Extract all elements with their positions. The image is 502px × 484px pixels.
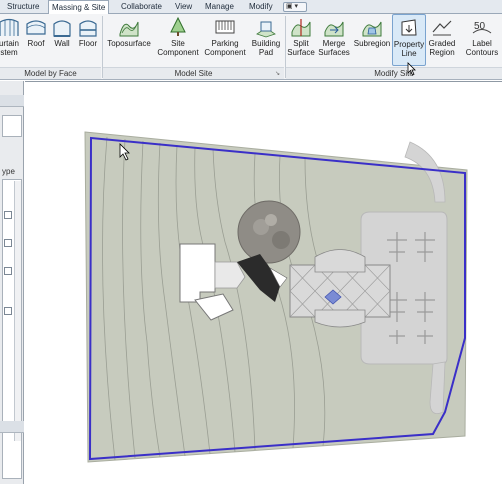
parking-component-button[interactable]: Parking Component bbox=[202, 14, 248, 66]
site-component-tree-icon bbox=[170, 16, 186, 36]
split-surface-label-2: Surface bbox=[287, 48, 315, 57]
floor-by-face-label: Floor bbox=[78, 39, 98, 48]
merge-surfaces-icon bbox=[324, 21, 344, 37]
floor-by-face-icon bbox=[79, 20, 97, 37]
wall-by-face-icon bbox=[53, 20, 71, 37]
label-contours-icon: 50 bbox=[472, 21, 492, 34]
merge-surfaces-button[interactable]: Merge Surfaces bbox=[316, 14, 352, 66]
property-line-label-1: Property bbox=[393, 40, 425, 49]
tab-massing-site[interactable]: Massing & Site bbox=[48, 0, 110, 15]
ribbon-tab-bar: Structure Massing & Site Collaborate Vie… bbox=[0, 0, 502, 15]
building-pad-label-2: Pad bbox=[258, 48, 274, 57]
site-component-button[interactable]: Site Component bbox=[154, 14, 202, 66]
subregion-icon bbox=[362, 21, 382, 37]
tab-modify[interactable]: Modify bbox=[246, 1, 276, 14]
subregion-label: Subregion bbox=[353, 39, 391, 48]
type-label: ype bbox=[2, 167, 15, 176]
property-line-icon bbox=[401, 19, 417, 36]
roof-by-face-label: Roof bbox=[27, 39, 45, 48]
panel-launcher-icon[interactable]: ↘ bbox=[275, 70, 280, 77]
checkbox[interactable] bbox=[4, 211, 12, 219]
curtain-system-label-1: urtain bbox=[0, 39, 19, 48]
palette-title-bar[interactable] bbox=[0, 95, 24, 107]
panel-label-model-site: Model Site bbox=[103, 67, 284, 79]
merge-surfaces-label-2: Surfaces bbox=[318, 48, 350, 57]
parking-component-label-2: Component bbox=[204, 48, 246, 57]
label-contours-label-2: Contours bbox=[465, 48, 499, 57]
split-surface-label-1: Split bbox=[293, 39, 309, 48]
site-plan-view bbox=[84, 131, 468, 463]
ribbon: urtain stem Roof Wall Floor Model by Fac… bbox=[0, 14, 502, 80]
property-line-button[interactable]: Property Line bbox=[392, 14, 426, 66]
tab-manage[interactable]: Manage bbox=[202, 1, 237, 14]
label-contours-button[interactable]: 50 Label Contours bbox=[462, 14, 502, 66]
tree-cluster bbox=[237, 200, 301, 264]
graded-region-button[interactable]: Graded Region bbox=[426, 14, 458, 66]
checkbox[interactable] bbox=[4, 239, 12, 247]
building-pad-button[interactable]: Building Pad bbox=[248, 14, 284, 66]
split-surface-button[interactable]: Split Surface bbox=[286, 14, 316, 66]
wall-by-face-button[interactable]: Wall bbox=[50, 14, 74, 66]
parking-component-label-1: Parking bbox=[211, 39, 239, 48]
curtain-system-icon bbox=[0, 18, 19, 36]
tab-structure[interactable]: Structure bbox=[4, 1, 42, 14]
palette-scrollbar[interactable] bbox=[14, 181, 21, 441]
floor-by-face-button[interactable]: Floor bbox=[76, 14, 100, 66]
building-pad-icon bbox=[256, 21, 276, 38]
toposurface-label: Toposurface bbox=[107, 39, 151, 48]
merge-surfaces-label-1: Merge bbox=[322, 39, 346, 48]
properties-palette: ype bbox=[0, 81, 24, 484]
graded-region-label-2: Region bbox=[429, 48, 455, 57]
cursor-icon bbox=[407, 62, 416, 76]
site-plan-canvas[interactable] bbox=[25, 81, 502, 484]
building-pad-label-1: Building bbox=[251, 39, 281, 48]
toposurface-icon bbox=[119, 21, 139, 37]
quick-access-dropdown[interactable]: ▣ ▾ bbox=[283, 2, 307, 12]
graded-region-icon bbox=[432, 20, 452, 36]
label-contours-label-1: Label bbox=[472, 39, 492, 48]
site-component-label-1: Site bbox=[171, 39, 185, 48]
split-surface-icon bbox=[291, 19, 311, 37]
toposurface-button[interactable]: Toposurface bbox=[104, 14, 154, 66]
property-line-label-2: Line bbox=[401, 49, 417, 58]
checkbox[interactable] bbox=[4, 267, 12, 275]
panel-label-modify-site: Modify Site bbox=[286, 67, 502, 79]
curtain-system-button[interactable]: urtain stem bbox=[0, 14, 22, 66]
roof-by-face-icon bbox=[26, 20, 46, 35]
type-selector[interactable] bbox=[2, 115, 22, 137]
graded-region-label-1: Graded bbox=[428, 39, 456, 48]
curtain-system-label-2: stem bbox=[0, 48, 18, 57]
site-component-label-2: Component bbox=[157, 48, 199, 57]
svg-text:50: 50 bbox=[474, 21, 486, 32]
tab-collaborate[interactable]: Collaborate bbox=[118, 1, 165, 14]
roof-by-face-button[interactable]: Roof bbox=[24, 14, 48, 66]
wall-by-face-label: Wall bbox=[54, 39, 70, 48]
subregion-button[interactable]: Subregion bbox=[352, 14, 392, 66]
panel-label-model-by-face: Model by Face bbox=[0, 67, 101, 79]
project-browser-title-bar[interactable] bbox=[0, 421, 24, 433]
tab-view[interactable]: View bbox=[172, 1, 195, 14]
parking-component-icon bbox=[215, 20, 235, 34]
checkbox[interactable] bbox=[4, 307, 12, 315]
